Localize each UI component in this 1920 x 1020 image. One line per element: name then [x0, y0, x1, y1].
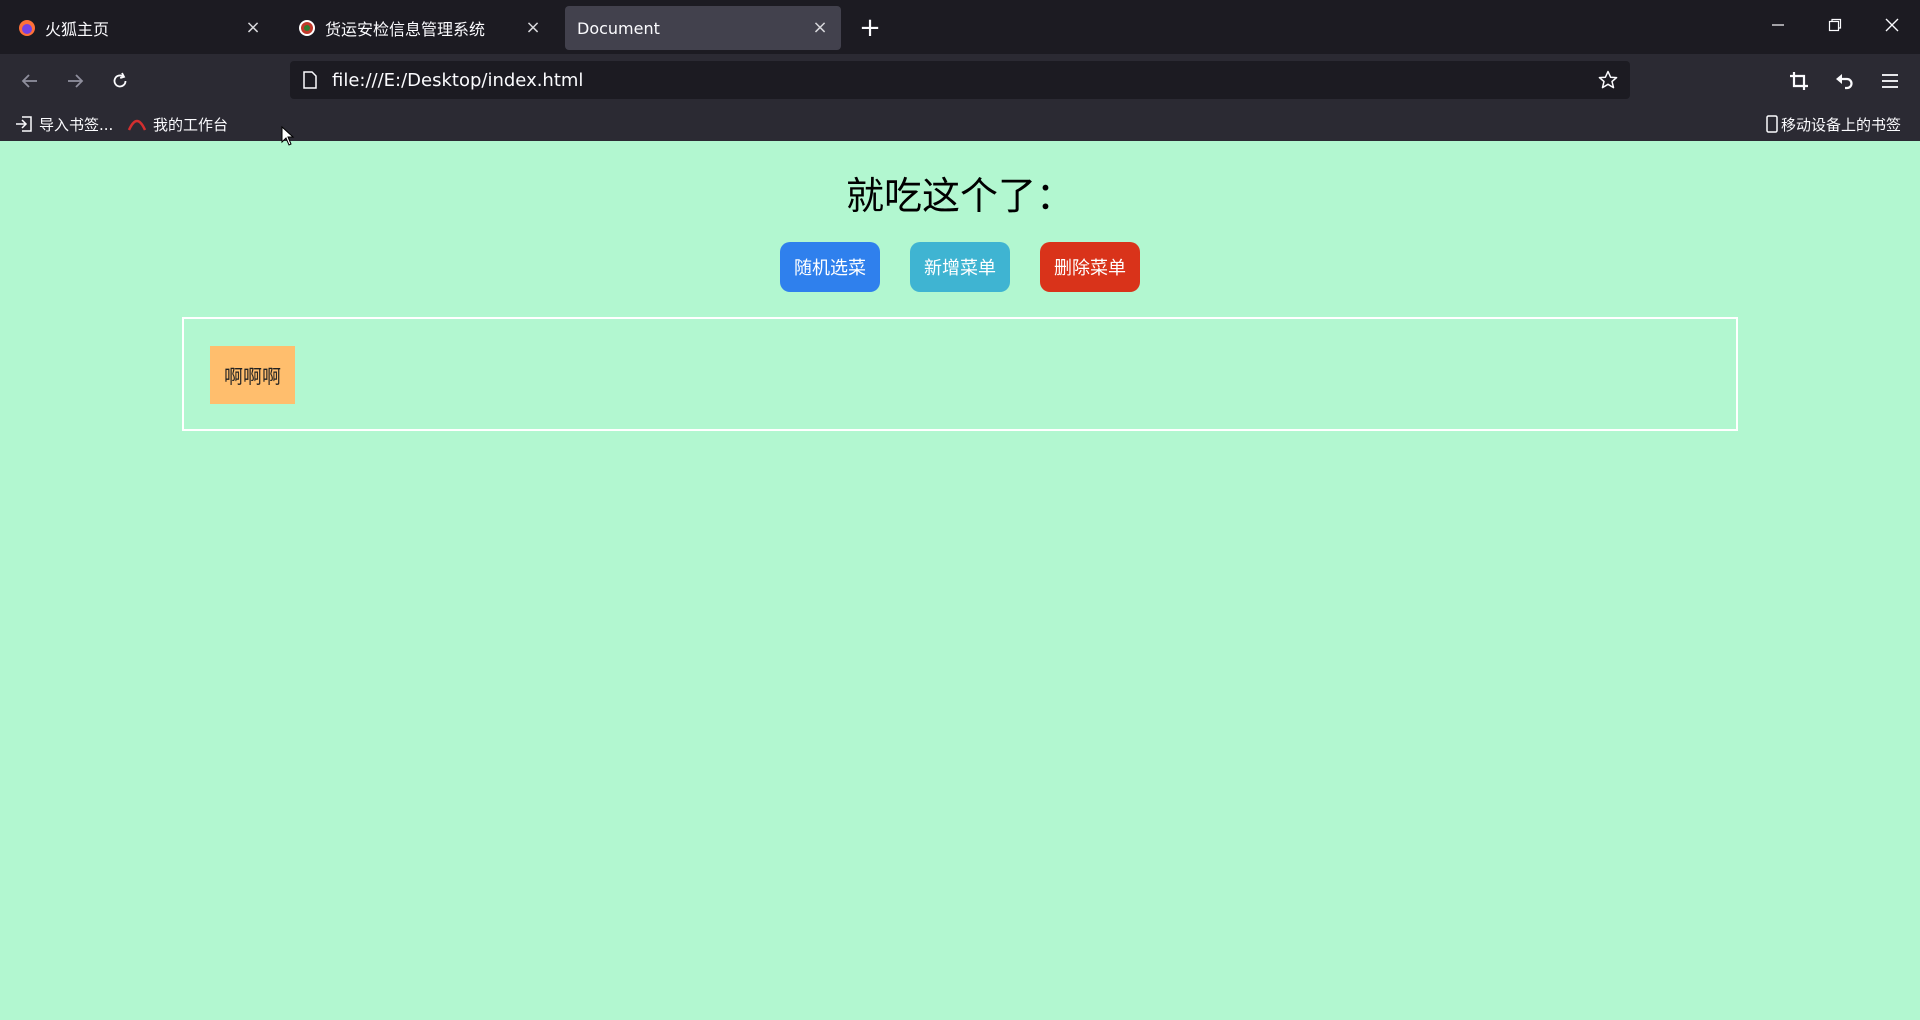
star-icon: [1598, 70, 1618, 89]
restore-button[interactable]: [1818, 10, 1852, 44]
workbench-icon: [127, 119, 147, 131]
bookmark-label: 导入书签...: [39, 115, 114, 134]
screenshot-button[interactable]: [1783, 65, 1815, 97]
add-menu-button[interactable]: 新增菜单: [910, 242, 1010, 292]
firefox-icon: [18, 19, 36, 37]
mobile-device-icon: [1766, 115, 1778, 133]
bookmark-workbench[interactable]: 我的工作台: [127, 113, 228, 135]
undo-icon: [1836, 74, 1853, 90]
import-icon: [16, 116, 32, 132]
tab-cargo-system[interactable]: 货运安检信息管理系统 ×: [286, 6, 554, 50]
close-icon[interactable]: ×: [524, 19, 542, 37]
reload-icon: [113, 72, 127, 88]
menu-container: 啊啊啊: [182, 317, 1738, 431]
bookmark-mobile[interactable]: 移动设备上的书签: [1766, 113, 1901, 135]
browser-chrome: 火狐主页 × 货运安检信息管理系统 × Document × + file://…: [0, 0, 1920, 141]
close-icon[interactable]: ×: [811, 19, 829, 37]
bookmark-label: 我的工作台: [153, 115, 229, 134]
page-content: 就吃这个了： 随机选菜 新增菜单 删除菜单 啊啊啊: [0, 141, 1920, 1020]
close-window-button[interactable]: [1875, 10, 1909, 44]
tab-firefox-home[interactable]: 火狐主页 ×: [6, 6, 274, 50]
delete-menu-button[interactable]: 删除菜单: [1040, 242, 1140, 292]
menu-item[interactable]: 啊啊啊: [210, 346, 295, 404]
arrow-right-icon: [68, 74, 84, 88]
tab-title: 火狐主页: [45, 20, 110, 39]
new-tab-button[interactable]: +: [856, 14, 884, 42]
back-button[interactable]: [14, 65, 46, 97]
bookmark-label: 移动设备上的书签: [1781, 115, 1902, 134]
tab-document[interactable]: Document ×: [565, 6, 841, 50]
address-bar[interactable]: file:///E:/Desktop/index.html: [290, 61, 1630, 99]
page-icon: [303, 71, 317, 89]
arrow-left-icon: [21, 74, 37, 88]
crop-icon: [1790, 72, 1808, 90]
tab-title: 货运安检信息管理系统: [325, 20, 486, 39]
url-text[interactable]: file:///E:/Desktop/index.html: [332, 70, 1598, 91]
site-logo-icon: [298, 19, 316, 37]
menu-button[interactable]: [1874, 65, 1906, 97]
tab-bar: 火狐主页 × 货运安检信息管理系统 × Document × +: [0, 0, 1920, 54]
tab-title: Document: [577, 18, 660, 38]
minimize-button[interactable]: [1761, 10, 1795, 44]
navigation-toolbar: file:///E:/Desktop/index.html: [0, 54, 1920, 107]
mouse-cursor-icon: [281, 126, 295, 146]
forward-button[interactable]: [59, 65, 91, 97]
page-title: 就吃这个了：: [845, 174, 1074, 218]
reload-button[interactable]: [104, 65, 136, 97]
random-select-button[interactable]: 随机选菜: [780, 242, 880, 292]
hamburger-icon: [1882, 74, 1898, 88]
close-icon[interactable]: ×: [244, 19, 262, 37]
bookmark-import[interactable]: 导入书签...: [15, 113, 113, 135]
undo-button[interactable]: [1828, 65, 1860, 97]
